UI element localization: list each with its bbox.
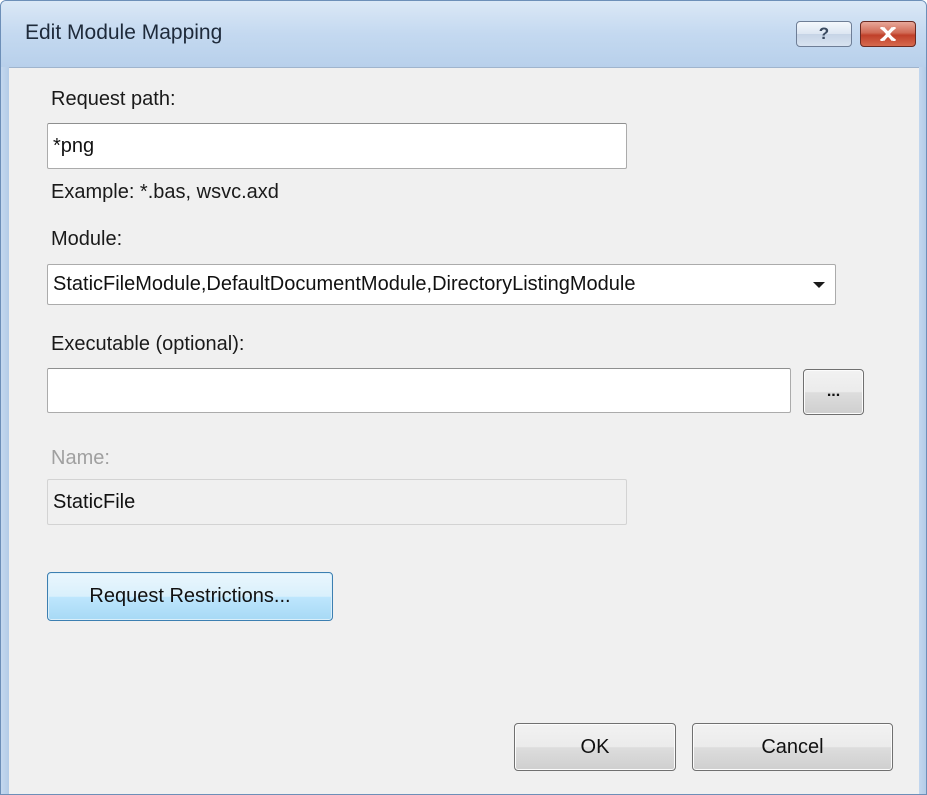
window-right-border (918, 67, 926, 794)
request-path-value: *png (53, 134, 95, 157)
close-icon (880, 27, 896, 41)
window-left-border (1, 67, 9, 794)
request-path-label: Request path: (51, 88, 176, 110)
module-label: Module: (51, 228, 123, 250)
module-selected-value: StaticFileModule,DefaultDocumentModule,D… (53, 273, 636, 295)
ok-button-label: OK (580, 735, 610, 758)
module-select[interactable]: StaticFileModule,DefaultDocumentModule,D… (47, 264, 836, 305)
executable-input[interactable] (47, 368, 791, 413)
name-label: Name: (51, 447, 110, 469)
cancel-button[interactable]: Cancel (692, 723, 893, 771)
request-restrictions-button[interactable]: Request Restrictions... (47, 572, 333, 621)
cancel-button-label: Cancel (761, 735, 824, 758)
edit-module-mapping-dialog: Edit Module Mapping ? Request path: *png… (0, 0, 927, 795)
title-bar[interactable]: Edit Module Mapping ? (1, 1, 926, 67)
request-path-input[interactable]: *png (47, 123, 627, 169)
browse-button[interactable]: ... (803, 369, 864, 415)
chevron-down-icon[interactable] (813, 281, 825, 288)
executable-label: Executable (optional): (51, 333, 245, 355)
request-path-example: Example: *.bas, wsvc.axd (51, 181, 279, 203)
browse-button-label: ... (826, 383, 841, 400)
name-field[interactable]: StaticFile (47, 479, 627, 525)
close-button[interactable] (860, 21, 916, 47)
name-value: StaticFile (53, 490, 136, 513)
window-title: Edit Module Mapping (25, 21, 223, 44)
request-restrictions-label: Request Restrictions... (89, 585, 291, 607)
ok-button[interactable]: OK (514, 723, 676, 771)
help-icon: ? (818, 24, 830, 43)
help-button[interactable]: ? (796, 21, 852, 47)
dialog-content: Request path: *png Example: *.bas, wsvc.… (9, 67, 919, 794)
